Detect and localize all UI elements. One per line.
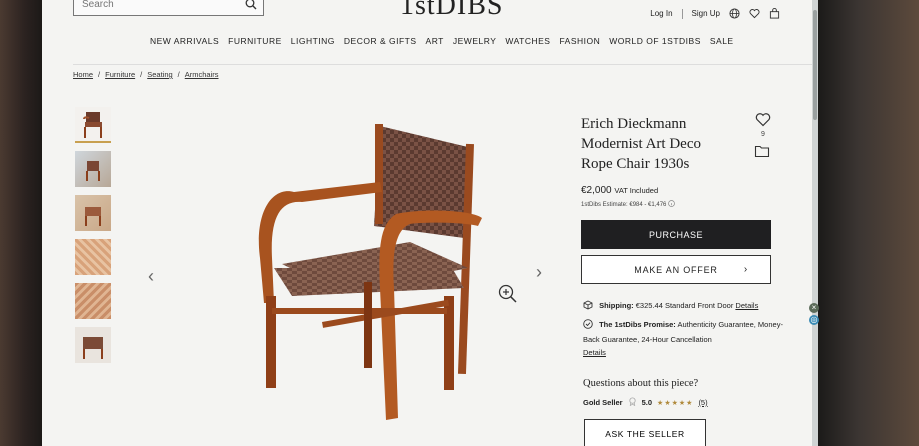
heart-icon[interactable]	[755, 113, 771, 131]
nav-item-world-of-1stdibs[interactable]: WORLD OF 1STDIBS	[609, 36, 701, 46]
product-title-line: Rope Chair 1930s	[581, 156, 690, 172]
close-icon[interactable]: ×	[809, 303, 819, 313]
globe-icon[interactable]	[729, 8, 740, 19]
rating-stars: ★★★★★	[657, 399, 694, 407]
make-offer-button[interactable]: MAKE AN OFFER ›	[581, 255, 771, 284]
breadcrumb: Home / Furniture / Seating / Armchairs	[73, 70, 219, 79]
chevron-right-icon: ›	[743, 264, 748, 275]
check-circle-icon	[583, 319, 593, 333]
product-title: Erich Dieckmann Modernist Art Deco Rope …	[581, 114, 781, 174]
purchase-button[interactable]: PURCHASE	[581, 220, 771, 249]
shipping-info: Shipping: €325.44 Standard Front Door De…	[583, 300, 783, 314]
search-input[interactable]	[74, 0, 234, 15]
zoom-icon[interactable]	[498, 284, 518, 309]
breadcrumb-seating[interactable]: Seating	[147, 70, 172, 79]
seller-tier: Gold Seller	[583, 398, 623, 407]
questions-heading: Questions about this piece?	[583, 378, 699, 389]
award-icon	[628, 397, 637, 408]
thumbnail-gallery	[75, 107, 111, 363]
thumbnail-1[interactable]	[75, 107, 111, 143]
shipping-label: Shipping:	[599, 301, 634, 310]
favorites-count: 9	[761, 131, 765, 138]
gallery-next-arrow[interactable]: ›	[536, 262, 542, 283]
info-icon[interactable]	[668, 200, 675, 208]
nav-item-new-arrivals[interactable]: NEW ARRIVALS	[150, 36, 219, 46]
extension-icon[interactable]: ◎	[809, 315, 819, 325]
search-box[interactable]	[73, 0, 264, 16]
bag-icon[interactable]	[769, 8, 780, 19]
nav-item-lighting[interactable]: LIGHTING	[291, 36, 335, 46]
search-icon[interactable]	[245, 0, 257, 15]
breadcrumb-furniture[interactable]: Furniture	[105, 70, 135, 79]
nav-item-fashion[interactable]: FASHION	[559, 36, 600, 46]
site-logo[interactable]: 1stDIBS	[400, 0, 503, 22]
gallery-prev-arrow[interactable]: ‹	[148, 266, 154, 287]
nav-item-watches[interactable]: WATCHES	[505, 36, 550, 46]
divider	[681, 8, 683, 19]
logo-text: 1stDIBS	[400, 0, 504, 21]
shipping-details-link[interactable]: Details	[735, 301, 758, 310]
favorite-button[interactable]: 9	[754, 112, 772, 138]
nav-item-decor-gifts[interactable]: DECOR & GIFTS	[344, 36, 417, 46]
price: €2,000 VAT Included	[581, 185, 658, 196]
promise-info: The 1stDibs Promise: Authenticity Guaran…	[583, 318, 783, 359]
ask-seller-button[interactable]: ASK THE SELLER	[584, 419, 706, 446]
shipping-value: €325.44 Standard Front Door	[635, 301, 734, 310]
folder-icon[interactable]	[754, 144, 770, 163]
product-info: Erich Dieckmann Modernist Art Deco Rope …	[581, 114, 781, 174]
thumbnail-2[interactable]	[75, 151, 111, 187]
monitor-bezel-left	[0, 0, 42, 446]
account-links: Log In Sign Up	[650, 8, 780, 19]
seller-rating: Gold Seller 5.0 ★★★★★ (5)	[583, 397, 708, 408]
rating-value: 5.0	[641, 398, 653, 407]
nav-item-sale[interactable]: SALE	[710, 36, 734, 46]
login-link[interactable]: Log In	[650, 9, 672, 18]
thumbnail-4[interactable]	[75, 239, 111, 275]
make-offer-label: MAKE AN OFFER	[634, 264, 718, 275]
scrollbar-thumb[interactable]	[813, 10, 817, 120]
vat-note: VAT Included	[614, 186, 659, 195]
breadcrumb-separator: /	[98, 70, 101, 79]
shipping-box-icon	[583, 300, 593, 314]
promise-label: The 1stDibs Promise:	[599, 320, 676, 329]
thumbnail-5[interactable]	[75, 283, 111, 319]
product-main-image[interactable]	[182, 118, 522, 438]
nav-item-art[interactable]: ART	[426, 36, 444, 46]
promise-details-link[interactable]: Details	[583, 348, 606, 357]
thumbnail-6[interactable]	[75, 327, 111, 363]
nav-divider	[73, 64, 812, 65]
breadcrumb-separator: /	[177, 70, 180, 79]
estimate-label: 1stDibs Estimate:	[581, 202, 628, 208]
nav-item-furniture[interactable]: FURNITURE	[228, 36, 282, 46]
product-title-line: Erich Dieckmann	[581, 116, 687, 132]
browser-viewport: 1stDIBS Log In Sign Up NEW ARRIVALS FURN…	[42, 0, 812, 446]
nav-item-jewelry[interactable]: JEWELRY	[453, 36, 497, 46]
main-nav: NEW ARRIVALS FURNITURE LIGHTING DECOR & …	[150, 36, 734, 46]
estimate-range: €984 - €1,476	[629, 202, 667, 208]
reviews-link[interactable]: (5)	[698, 398, 707, 407]
price-value: €2,000	[581, 185, 612, 196]
price-estimate: 1stDibs Estimate: €984 - €1,476	[581, 200, 675, 208]
heart-icon[interactable]	[749, 8, 760, 19]
breadcrumb-home[interactable]: Home	[73, 70, 93, 79]
signup-link[interactable]: Sign Up	[692, 9, 720, 18]
breadcrumb-separator: /	[140, 70, 143, 79]
browser-extension-icons: × ◎	[808, 303, 820, 329]
monitor-bezel-right	[818, 0, 919, 446]
breadcrumb-armchairs[interactable]: Armchairs	[185, 70, 219, 79]
product-title-line: Modernist Art Deco	[581, 136, 701, 152]
thumbnail-3[interactable]	[75, 195, 111, 231]
